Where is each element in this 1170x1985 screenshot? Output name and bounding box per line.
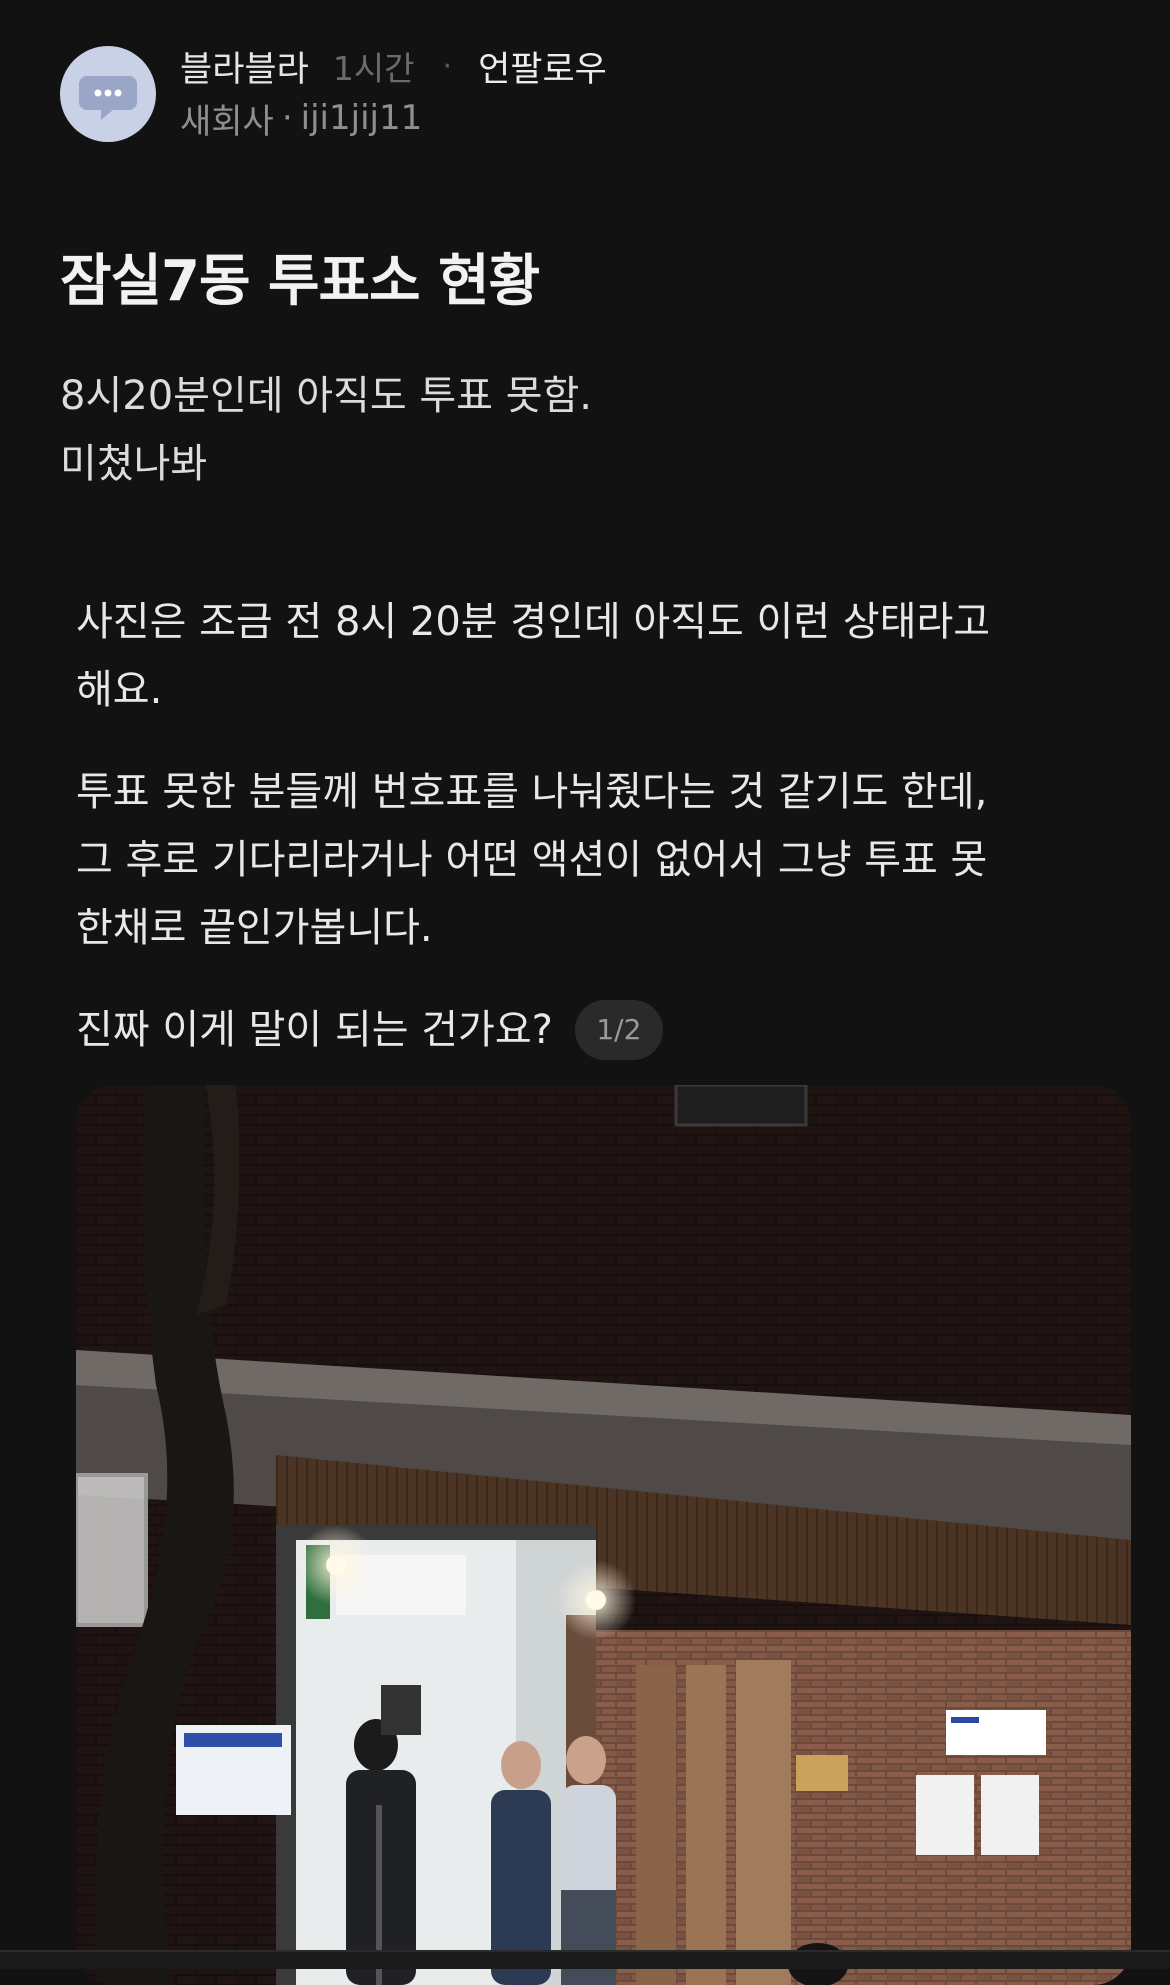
post-header: 블라블라 1시간 · 언팔로우 새회사 · iji1jij11 [60, 42, 1110, 148]
author-name[interactable]: 블라블라 [180, 41, 309, 92]
avatar[interactable] [60, 46, 156, 142]
meta-line-top: 블라블라 1시간 · 언팔로우 [180, 42, 607, 90]
quote-line: 투표 못한 분들께 번호표를 나눠줬다는 것 같기도 한데, [76, 769, 988, 815]
quote-paragraph: 사진은 조금 전 8시 20분 경인데 아직도 이런 상태라고 해요. [76, 588, 990, 724]
meta-dot: · [281, 98, 293, 138]
quote-paragraph: 투표 못한 분들께 번호표를 나눠줬다는 것 같기도 한데, 그 후로 기다리라… [76, 758, 987, 962]
bottom-divider [0, 1950, 1170, 1969]
post-time: 1시간 [332, 49, 415, 88]
quote-line: 그 후로 기다리라거나 어떤 액션이 없어서 그냥 투표 못 [76, 837, 988, 883]
quote-paragraph: 진짜 이게 말이 되는 건가요? 1/2 [76, 996, 663, 1064]
post-body-line: 미쳤나봐 [60, 441, 208, 487]
company-name: 새회사 [180, 101, 274, 142]
meta-separator: · [442, 48, 453, 84]
meta-line-bottom: 새회사 · iji1jij11 [180, 96, 423, 142]
post-body: 8시20분인데 아직도 투표 못함. 미쳤나봐 [60, 362, 592, 498]
post-title: 잠실7동 투표소 현황 [60, 249, 540, 314]
chat-bubble-icon [79, 76, 137, 120]
polling-station-photo [76, 1085, 1131, 1985]
post-photo[interactable] [76, 1085, 1131, 1985]
quote-line: 한채로 끝인가봅니다. [76, 905, 433, 951]
quote-line: 진짜 이게 말이 되는 건가요? [76, 1007, 553, 1053]
quote-line: 해요. [76, 667, 163, 713]
quote-line: 사진은 조금 전 8시 20분 경인데 아직도 이런 상태라고 [76, 599, 991, 645]
post-body-line: 8시20분인데 아직도 투표 못함. [60, 373, 593, 419]
image-page-indicator: 1/2 [574, 1000, 663, 1060]
unfollow-button[interactable]: 언팔로우 [478, 41, 607, 92]
user-id: iji1jij11 [300, 98, 423, 138]
